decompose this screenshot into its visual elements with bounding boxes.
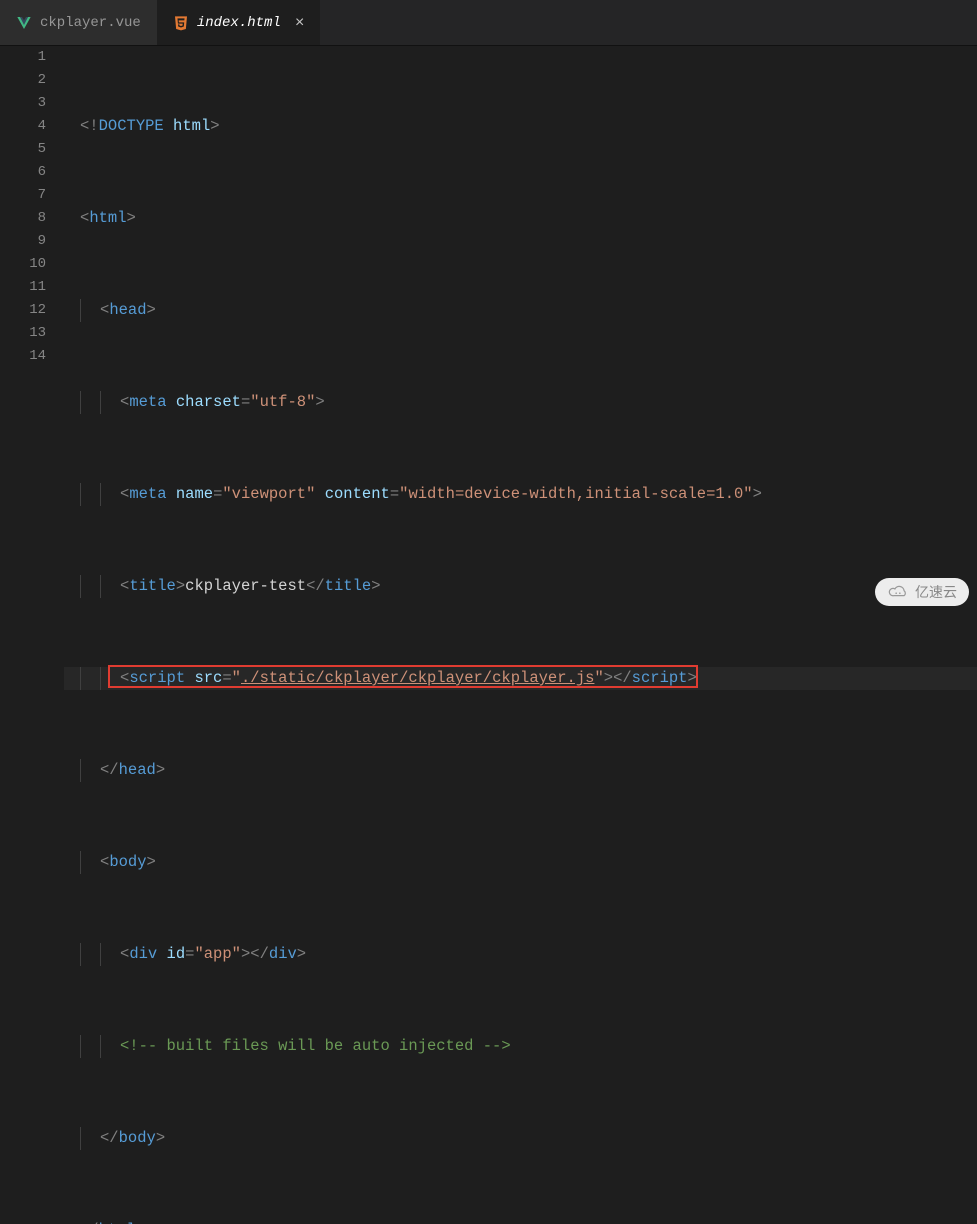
line-number: 5 (0, 138, 64, 161)
code-line[interactable]: <html> (64, 207, 977, 230)
line-number: 9 (0, 230, 64, 253)
code-line[interactable]: <meta charset="utf-8"> (64, 391, 977, 414)
tabs-bar: ckplayer.vue index.html × (0, 0, 977, 46)
line-number: 4 (0, 115, 64, 138)
line-number: 6 (0, 161, 64, 184)
line-number: 14 (0, 345, 64, 368)
code-line[interactable]: <!DOCTYPE html> (64, 115, 977, 138)
watermark-text: 亿速云 (915, 582, 957, 602)
line-number: 13 (0, 322, 64, 345)
cloud-icon (887, 585, 909, 599)
editor[interactable]: 1 2 3 4 5 6 7 8 9 10 11 12 13 14 <!DOCTY… (0, 46, 977, 612)
tab-ckplayer-vue[interactable]: ckplayer.vue (0, 0, 157, 45)
line-number: 11 (0, 276, 64, 299)
code-line[interactable]: <title>ckplayer-test</title> (64, 575, 977, 598)
line-number: 2 (0, 69, 64, 92)
tab-label: index.html (197, 15, 281, 31)
watermark: 亿速云 (875, 578, 969, 606)
tab-index-html[interactable]: index.html × (157, 0, 321, 45)
code-area[interactable]: <!DOCTYPE html> <html> <head> <meta char… (64, 46, 977, 612)
tab-label: ckplayer.vue (40, 15, 141, 31)
code-line[interactable]: <div id="app"></div> (64, 943, 977, 966)
code-line[interactable]: </head> (64, 759, 977, 782)
code-line[interactable]: <!-- built files will be auto injected -… (64, 1035, 977, 1058)
code-line-highlighted[interactable]: <script src="./static/ckplayer/ckplayer/… (64, 667, 977, 690)
html-file-icon (173, 15, 189, 31)
line-number: 10 (0, 253, 64, 276)
line-numbers-gutter: 1 2 3 4 5 6 7 8 9 10 11 12 13 14 (0, 46, 64, 612)
code-line[interactable]: <body> (64, 851, 977, 874)
line-number: 12 (0, 299, 64, 322)
code-line[interactable]: <head> (64, 299, 977, 322)
code-line[interactable]: </html> (64, 1219, 977, 1224)
line-number: 3 (0, 92, 64, 115)
code-line[interactable]: </body> (64, 1127, 977, 1150)
code-line[interactable]: <meta name="viewport" content="width=dev… (64, 483, 977, 506)
line-number: 8 (0, 207, 64, 230)
line-number: 1 (0, 46, 64, 69)
line-number: 7 (0, 184, 64, 207)
vue-file-icon (16, 15, 32, 31)
close-icon[interactable]: × (295, 15, 305, 31)
